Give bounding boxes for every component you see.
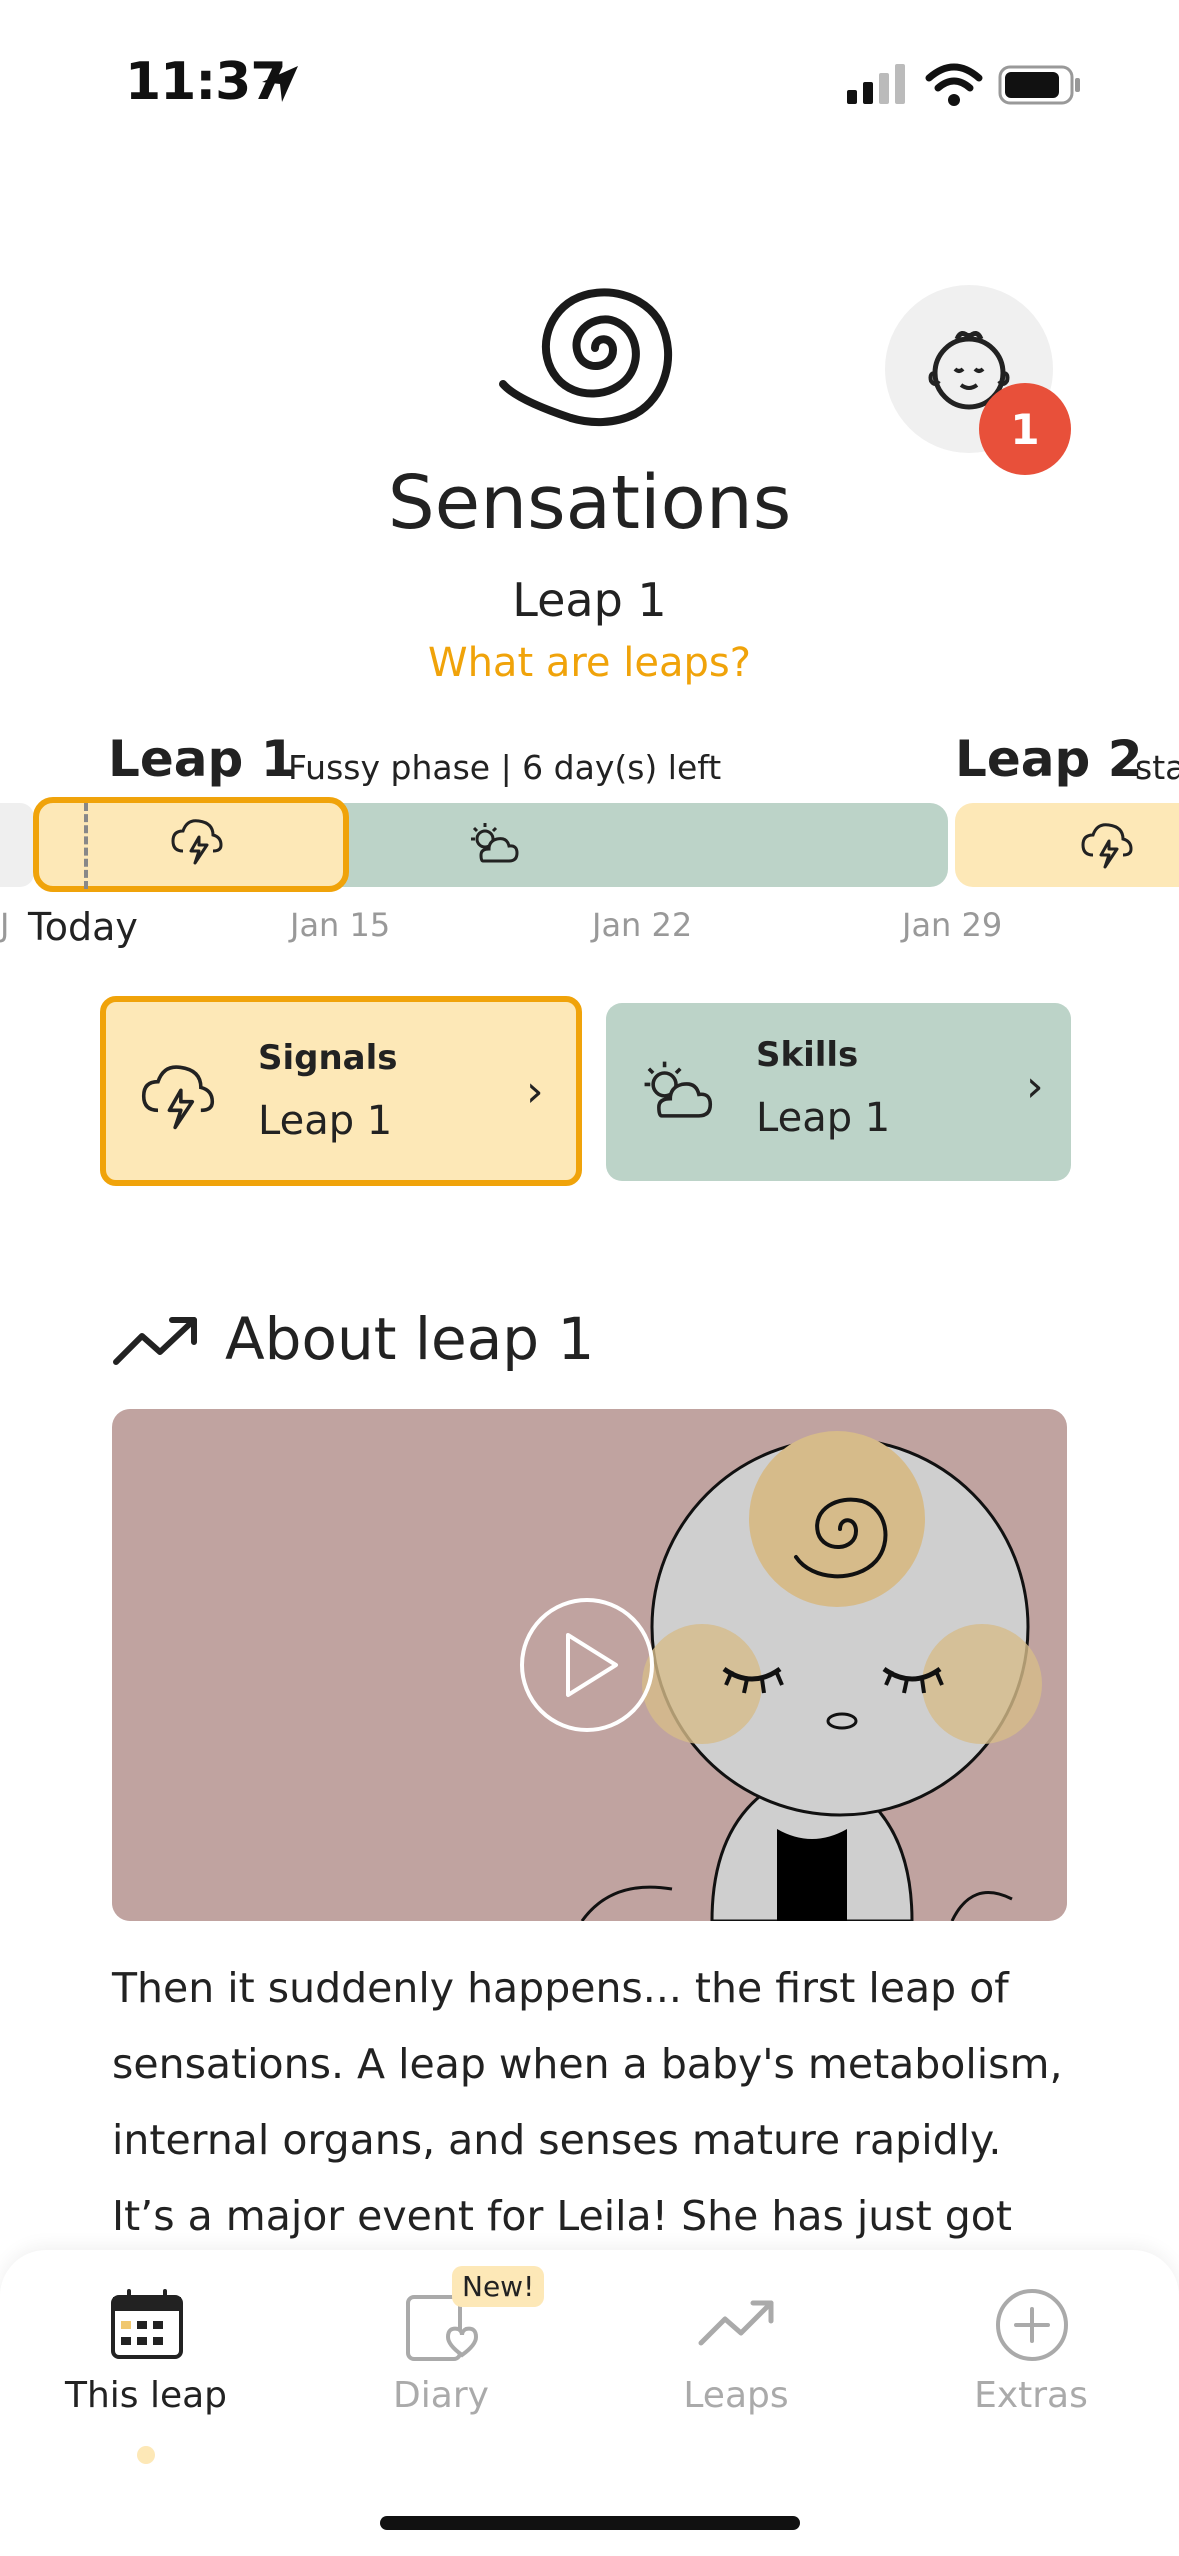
sun-cloud-icon xyxy=(471,823,519,863)
notification-badge: 1 xyxy=(979,383,1071,475)
about-title: About leap 1 xyxy=(225,1305,595,1373)
what-are-leaps-link[interactable]: What are leaps? xyxy=(0,640,1179,686)
nav-leaps[interactable]: Leaps xyxy=(616,2375,856,2416)
spiral-icon xyxy=(499,288,673,427)
timeline-leap2-label: Leap 2 xyxy=(955,730,1143,788)
today-label: Today xyxy=(28,905,138,949)
nav-extras[interactable]: Extras xyxy=(911,2375,1151,2416)
home-indicator xyxy=(380,2516,800,2530)
chevron-right-icon: › xyxy=(1026,1061,1044,1112)
today-marker xyxy=(84,803,88,889)
sun-cloud-icon xyxy=(644,1061,713,1118)
timeline-leap1-label: Leap 1 xyxy=(108,730,296,788)
page-title: Sensations xyxy=(387,460,792,546)
nav-diary[interactable]: Diary xyxy=(321,2375,561,2416)
storm-cloud-icon xyxy=(171,819,223,865)
skills-card-title: Skills xyxy=(756,1035,859,1075)
trend-icon[interactable] xyxy=(697,2285,777,2365)
timeline-leap1-phase: Fussy phase | 6 day(s) left xyxy=(288,748,722,787)
timeline-date: Jan 29 xyxy=(902,906,1003,944)
chevron-right-icon: › xyxy=(526,1066,544,1117)
skills-card[interactable]: Skills Leap 1 › xyxy=(606,1003,1071,1181)
storm-cloud-icon xyxy=(141,1065,215,1130)
timeline-date: Jan 22 xyxy=(592,906,693,944)
location-arrow-icon xyxy=(262,66,298,102)
plus-circle-icon[interactable] xyxy=(992,2285,1072,2365)
calendar-icon[interactable] xyxy=(107,2285,187,2365)
timeline-skills-segment[interactable] xyxy=(315,803,948,887)
page-subtitle: Leap 1 xyxy=(512,573,667,627)
signals-card-subtitle: Leap 1 xyxy=(258,1098,393,1144)
about-video[interactable] xyxy=(112,1409,1067,1921)
active-indicator xyxy=(137,2446,155,2464)
timeline-leap2-rest: sta xyxy=(1135,748,1179,787)
video-illustration xyxy=(520,1431,1042,1921)
battery-icon xyxy=(998,65,1080,105)
signals-card[interactable]: Signals Leap 1 › xyxy=(100,996,582,1186)
timeline-previous-segment[interactable] xyxy=(0,803,34,887)
skills-card-subtitle: Leap 1 xyxy=(756,1095,891,1141)
timeline-current-leap-segment[interactable] xyxy=(33,797,349,892)
timeline-date-cut: J xyxy=(0,906,10,944)
nav-this-leap[interactable]: This leap xyxy=(26,2375,266,2416)
timeline-date: Jan 15 xyxy=(290,906,391,944)
trend-up-icon xyxy=(113,1317,197,1365)
signals-card-title: Signals xyxy=(258,1038,398,1078)
storm-cloud-icon xyxy=(1081,823,1133,869)
cellular-signal-icon xyxy=(847,64,905,104)
timeline-leap2-segment[interactable] xyxy=(955,803,1179,887)
wifi-icon xyxy=(925,63,983,106)
new-badge: New! xyxy=(452,2266,545,2307)
